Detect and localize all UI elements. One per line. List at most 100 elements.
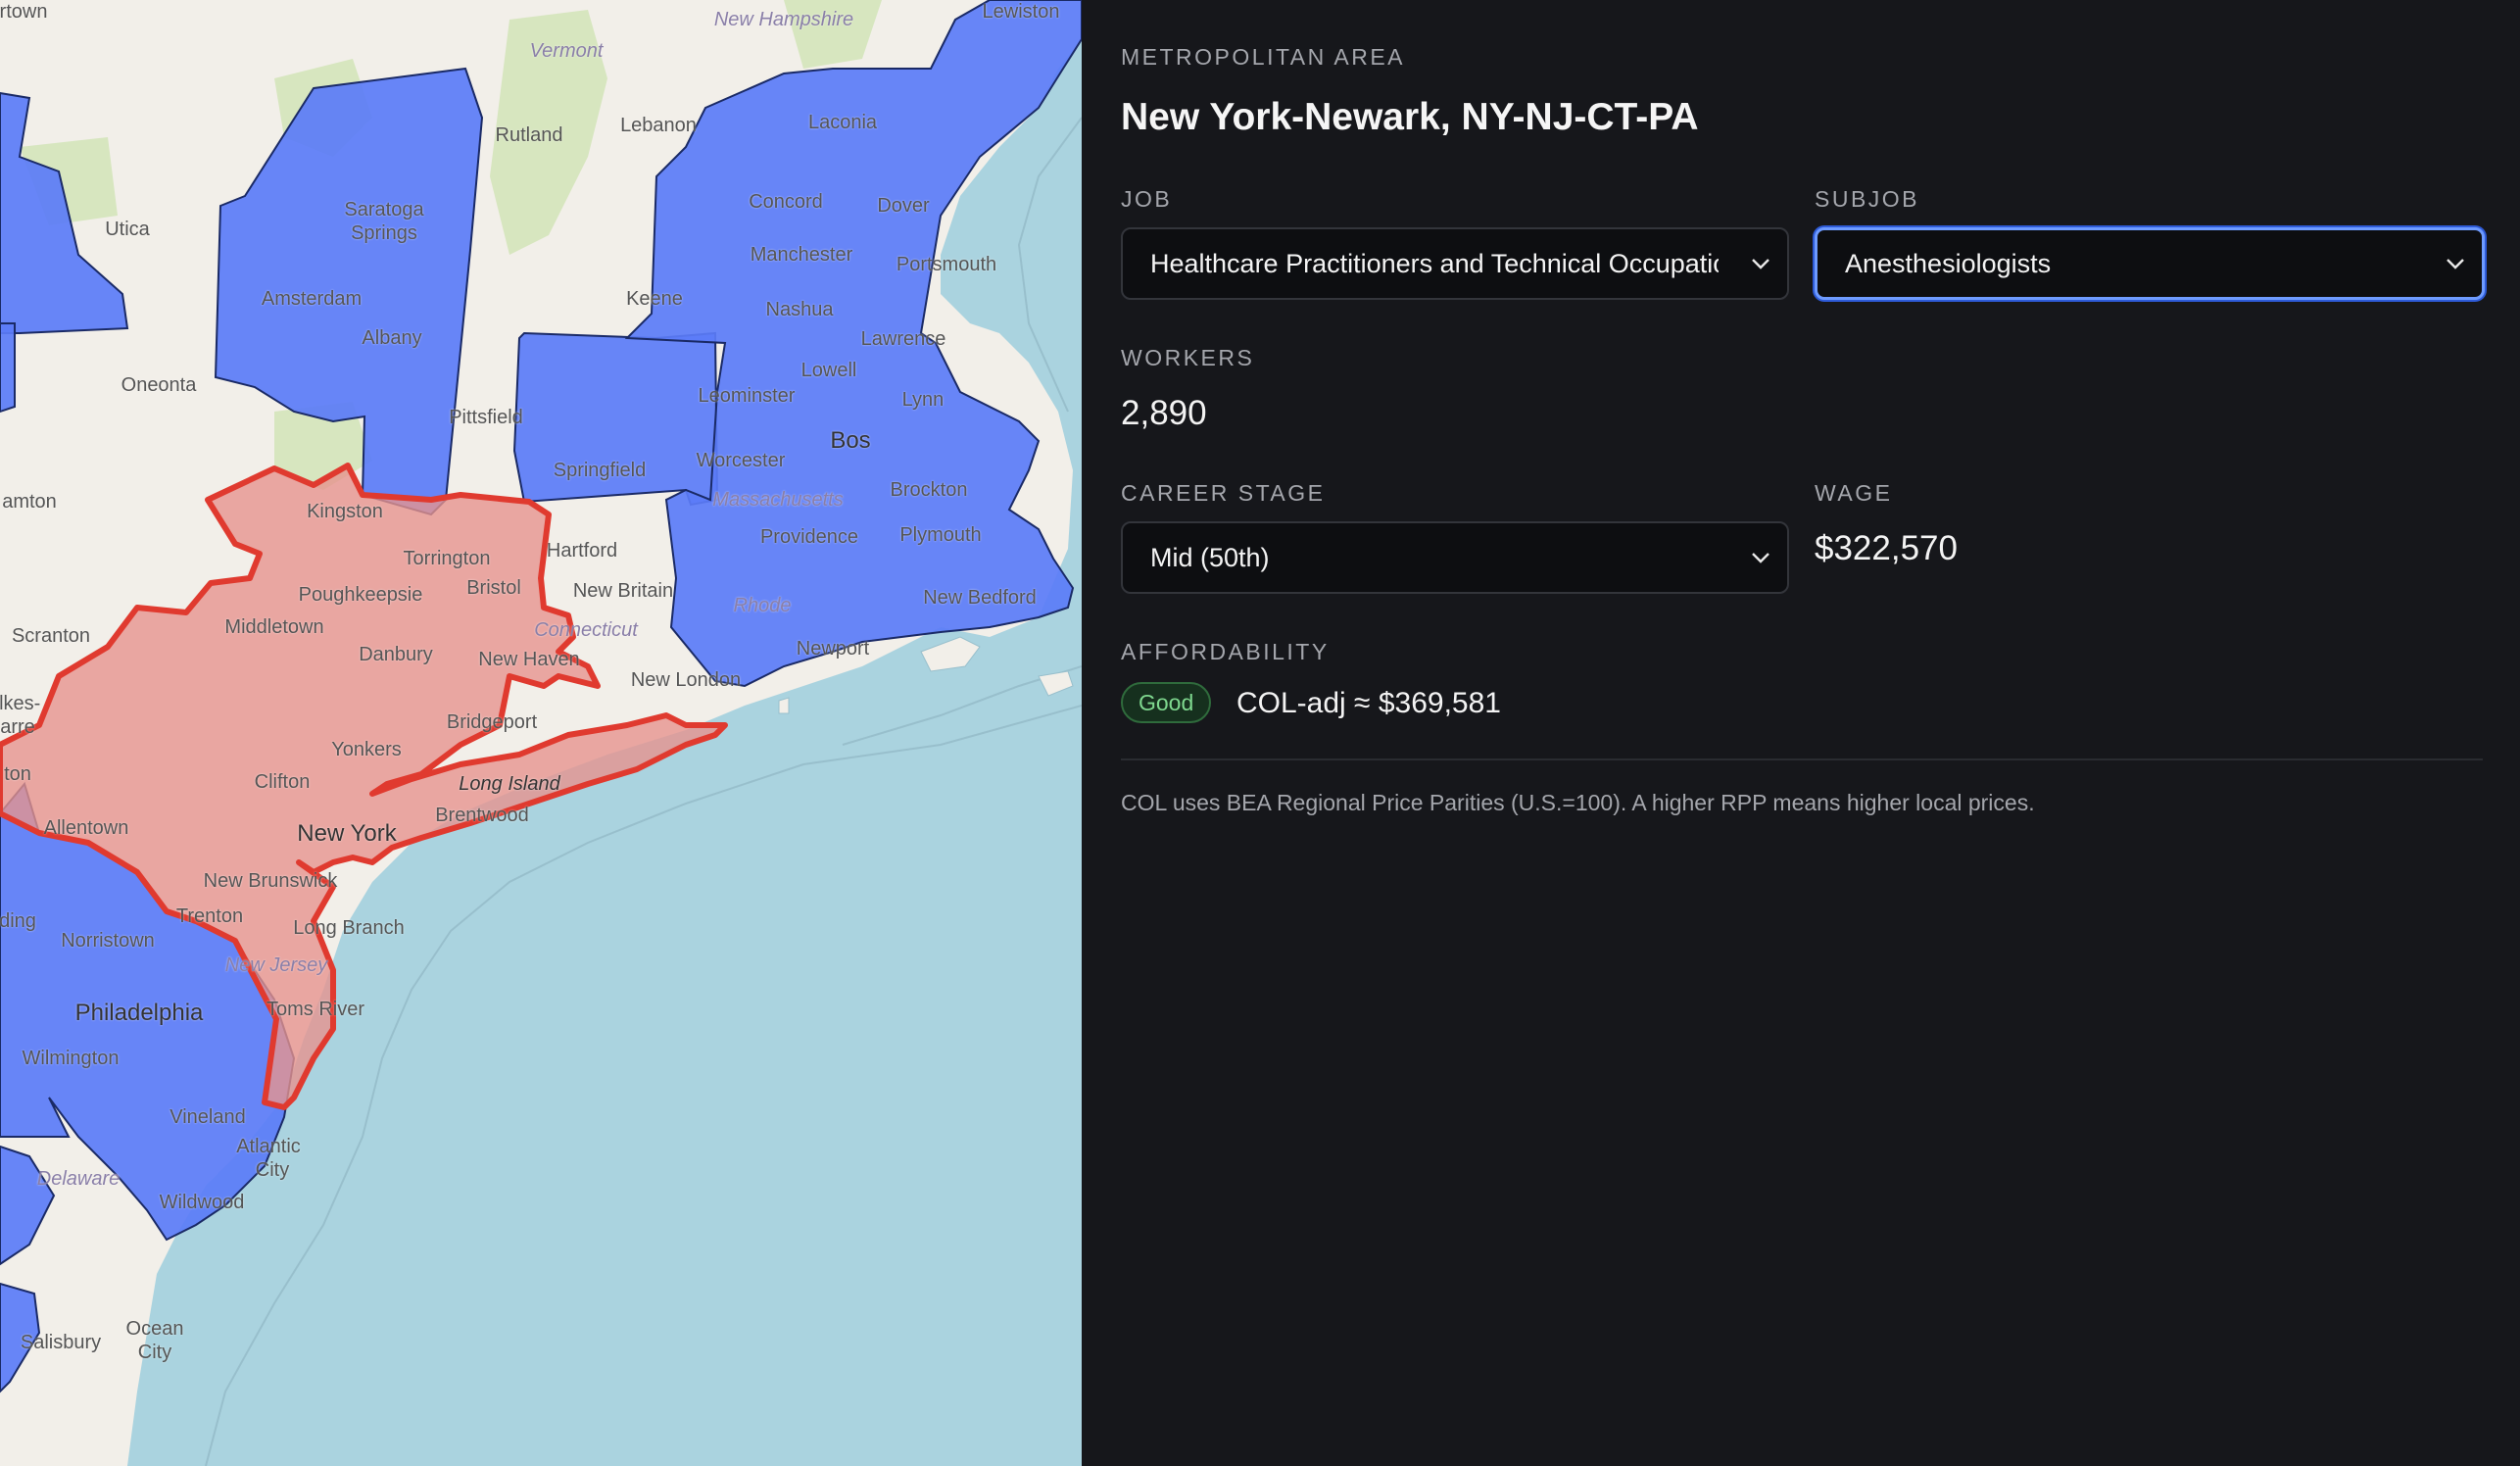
subjob-label: SUBJOB [1815,186,1920,212]
map-label-danbury: Danbury [359,644,433,665]
map-label-newport: Newport [796,638,870,660]
map-label-brockton: Brockton [890,479,968,501]
map-label-massachusetts: Massachusetts [712,489,844,511]
wage-label: WAGE [1815,480,1893,506]
map-label-ton: ton [4,763,31,785]
map-label-boston: Bos [830,427,871,454]
map-label-lebanon: Lebanon [620,115,697,136]
map-label-manchester: Manchester [750,244,853,266]
map-label-dover: Dover [877,195,930,217]
map-label-new-bedford: New Bedford [923,587,1037,609]
job-label: JOB [1121,186,1173,212]
map-label-long-island: Long Island [459,773,560,795]
map-label-torrington: Torrington [403,548,491,569]
map-label-atlantic: Atlantic [236,1136,301,1157]
map-label-scranton: Scranton [11,625,91,647]
subjob-select[interactable]: Anesthesiologists [1815,227,2485,300]
map-label-saratoga: Saratoga [344,199,424,220]
metro-area-name: New York-Newark, NY-NJ-CT-PA [1121,96,1699,138]
wage-value: $322,570 [1815,529,1958,567]
map-label-plymouth: Plymouth [899,524,982,546]
map-label-wilmington: Wilmington [22,1048,120,1069]
chevron-down-icon [2447,259,2464,269]
map-label-providence: Providence [759,526,859,548]
map-label-wildwood: Wildwood [159,1192,245,1213]
map-label-vineland: Vineland [170,1106,246,1128]
metro-area-label: METROPOLITAN AREA [1121,44,1406,70]
map-label-clifton: Clifton [254,771,311,793]
career-stage-select[interactable]: Mid (50th) [1121,521,1789,594]
map-label-wilkes: ilkes- [0,693,41,714]
divider [1121,758,2483,760]
map-label-lewiston: Lewiston [982,1,1060,23]
map-label-nashua: Nashua [765,299,834,320]
map-canvas[interactable] [0,0,1082,1466]
map-label-lawrence: Lawrence [860,328,946,350]
map-view[interactable]: Lewiston New Hampshire Vermont Rutland Leban… [0,0,1082,1466]
map-label-philadelphia: Philadelphia [74,1000,204,1026]
map-label-bristol: Bristol [466,577,521,599]
map-label-ocean-city: City [137,1342,172,1363]
map-label-portsmouth: Portsmouth [896,254,997,275]
map-label-bridgeport: Bridgeport [446,711,538,733]
col-note: COL uses BEA Regional Price Parities (U.… [1121,790,2035,815]
map-label-pittsfield: Pittsfield [449,407,523,428]
map-label-kingston: Kingston [307,501,383,522]
map-label-ocean: Ocean [125,1318,184,1340]
map-label-rutland: Rutland [495,124,563,146]
map-label-trenton: Trenton [175,905,244,927]
map-label-delaware: Delaware [36,1168,121,1190]
map-label-new-york: New York [297,820,397,847]
subjob-select-value: Anesthesiologists [1845,248,2052,278]
col-adjusted-wage: COL-adj ≈ $369,581 [1236,687,1501,719]
map-label-middletown: Middletown [224,616,324,638]
chevron-down-icon [1752,553,1769,563]
map-label-albany: Albany [362,327,422,349]
map-label-new-hampshire: New Hampshire [713,9,854,30]
map-label-springfield: Springfield [553,460,647,481]
map-label-hartford: Hartford [546,540,618,562]
map-label-allentown: Allentown [43,817,129,839]
map-label-binghamton: amton [2,491,57,513]
map-label-worcester: Worcester [696,450,786,471]
map-label-long-branch: Long Branch [293,917,405,939]
map-label-rhode: Rhode [733,595,792,616]
map-label-new-london: New London [630,669,742,691]
map-label-concord: Concord [749,191,823,213]
map-label-barre: arre [0,716,35,738]
map-label-amsterdam: Amsterdam [261,288,363,310]
map-label-new-haven: New Haven [478,649,580,670]
map-label-new-brunswick: New Brunswick [203,870,338,892]
job-select-value: Healthcare Practitioners and Technical O… [1150,248,1719,278]
map-label-springs: Springs [351,222,417,244]
map-label-rtown: rtown [0,1,48,23]
map-label-lynn: Lynn [901,389,945,411]
workers-value: 2,890 [1121,394,1207,432]
map-label-new-britain: New Britain [572,580,674,602]
job-select[interactable]: Healthcare Practitioners and Technical O… [1121,227,1789,300]
map-label-toms-river: Toms River [266,999,365,1020]
affordability-badge: Good [1121,682,1212,723]
map-label-reading: ding [0,910,36,932]
map-label-connecticut: Connecticut [534,619,638,641]
map-label-new-jersey: New Jersey [224,954,328,976]
map-label-poughkeepsie: Poughkeepsie [298,584,423,606]
map-label-leominster: Leominster [698,385,796,407]
affordability-label: AFFORDABILITY [1121,639,1330,664]
chevron-down-icon [1752,259,1769,269]
map-label-vermont: Vermont [529,40,604,62]
map-label-lowell: Lowell [800,360,857,381]
map-label-oneonta: Oneonta [121,374,197,396]
map-label-utica: Utica [105,219,150,240]
map-label-keene: Keene [626,288,683,310]
details-panel: METROPOLITAN AREA New York-Newark, NY-NJ… [1082,0,2520,1466]
workers-label: WORKERS [1121,345,1255,370]
map-label-city: City [255,1159,290,1181]
map-label-salisbury: Salisbury [20,1332,102,1353]
map-label-yonkers: Yonkers [331,739,402,760]
map-label-norristown: Norristown [61,930,155,952]
career-stage-value: Mid (50th) [1150,542,1270,572]
map-label-brentwood: Brentwood [435,805,529,826]
map-label-laconia: Laconia [807,112,878,133]
career-stage-label: CAREER STAGE [1121,480,1326,506]
